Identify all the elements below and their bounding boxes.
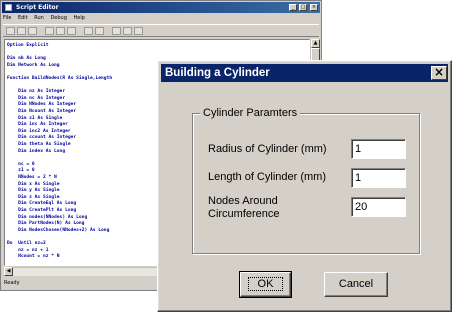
new-file-icon[interactable] [6,27,15,35]
code-line: nc = 0 [7,161,35,167]
dialog-close-icon[interactable]: × [431,66,447,80]
paste-icon[interactable] [67,27,76,35]
code-line: Dim x As Single [7,181,60,187]
length-input[interactable]: 1 [351,168,406,188]
nodes-circumference-input[interactable]: 20 [351,197,406,217]
code-line: Ncount = nz * N [7,254,60,260]
code-line: Dim inc2 As Integer [7,128,71,134]
code-line: Dim Network As Long [7,62,60,68]
step-icon[interactable] [134,27,143,35]
code-line: Dim CreatePlt As Long [7,208,77,213]
code-line: Function BuildNodes(R As Single,Length [7,76,113,81]
replace-icon[interactable] [95,27,104,35]
editor-title-bar[interactable]: Script Editor _ □ × [2,2,320,13]
code-line: Dim y As Single [7,188,60,194]
cancel-button[interactable]: Cancel [324,272,388,297]
menu-run[interactable]: Run [34,15,44,21]
editor-title: Script Editor [16,4,59,11]
code-line: Dim PartNodes(N) As Long [7,221,85,227]
run-icon[interactable] [112,27,121,35]
stop-icon[interactable] [123,27,132,35]
dialog-title-bar[interactable]: Building a Cylinder × [161,64,448,82]
code-line: Dim NodesChosen(NNodes+2) As Long [7,227,110,233]
code-line: Dim theta As Single [7,142,71,147]
editor-menu-bar: File Edit Run Debug Help [3,14,90,23]
length-label: Length of Cylinder (mm) [208,171,326,183]
menu-debug[interactable]: Debug [50,15,66,21]
building-cylinder-dialog: Building a Cylinder × Cylinder Paramters… [157,60,452,312]
code-line: Dim CreateEql As Long [7,201,77,207]
maximize-icon[interactable]: □ [299,4,307,11]
find-icon[interactable] [84,27,93,35]
code-line: Dim nodes(NNodes) As Long [7,214,88,220]
menu-help[interactable]: Help [73,15,84,21]
save-file-icon[interactable] [28,27,37,35]
ok-button[interactable]: OK [239,271,292,298]
code-line: Dim index As Long [7,148,66,154]
code-line: Dim nz As Integer [7,89,66,95]
radius-input[interactable]: 1 [351,139,406,159]
code-line: Dim inc As Integer [7,122,68,128]
cut-icon[interactable] [45,27,54,35]
code-line: nz = nz + 1 [7,247,49,253]
code-line: Do Until nz=2 [7,241,46,246]
menu-file[interactable]: File [3,15,11,21]
copy-icon[interactable] [56,27,65,35]
code-line: Dim ccount As Integer [7,135,77,141]
ok-button-label: OK [247,277,284,291]
close-icon[interactable]: × [310,4,318,11]
nodes-circumference-label: Nodes Around Circumference [208,195,280,220]
code-line: Option Explicit [7,43,49,48]
radius-label: Radius of Cylinder (mm) [208,143,327,155]
code-line: z1 = 0 [7,168,35,174]
code-line: Dim Ncount As Integer [7,109,77,114]
code-line: Dim NNodes As Integer [7,102,77,108]
minimize-icon[interactable]: _ [289,4,297,11]
editor-status-bar: Ready [4,280,20,286]
scroll-up-icon[interactable]: ▲ [311,39,320,48]
code-line: NNodes = 2 * N [7,175,57,180]
code-line: Dim nc As Integer [7,95,66,101]
group-title: Cylinder Paramters [200,106,301,120]
editor-toolbar [3,24,319,37]
menu-edit[interactable]: Edit [18,15,28,21]
code-line: Dim z As Single [7,194,60,200]
dialog-title: Building a Cylinder [165,67,270,79]
editor-app-icon [5,4,12,11]
scroll-left-icon[interactable]: ◀ [4,267,13,276]
open-file-icon[interactable] [17,27,26,35]
code-line: Dim nb As Long [7,56,46,62]
code-line: Dim z1 As Single [7,115,63,121]
